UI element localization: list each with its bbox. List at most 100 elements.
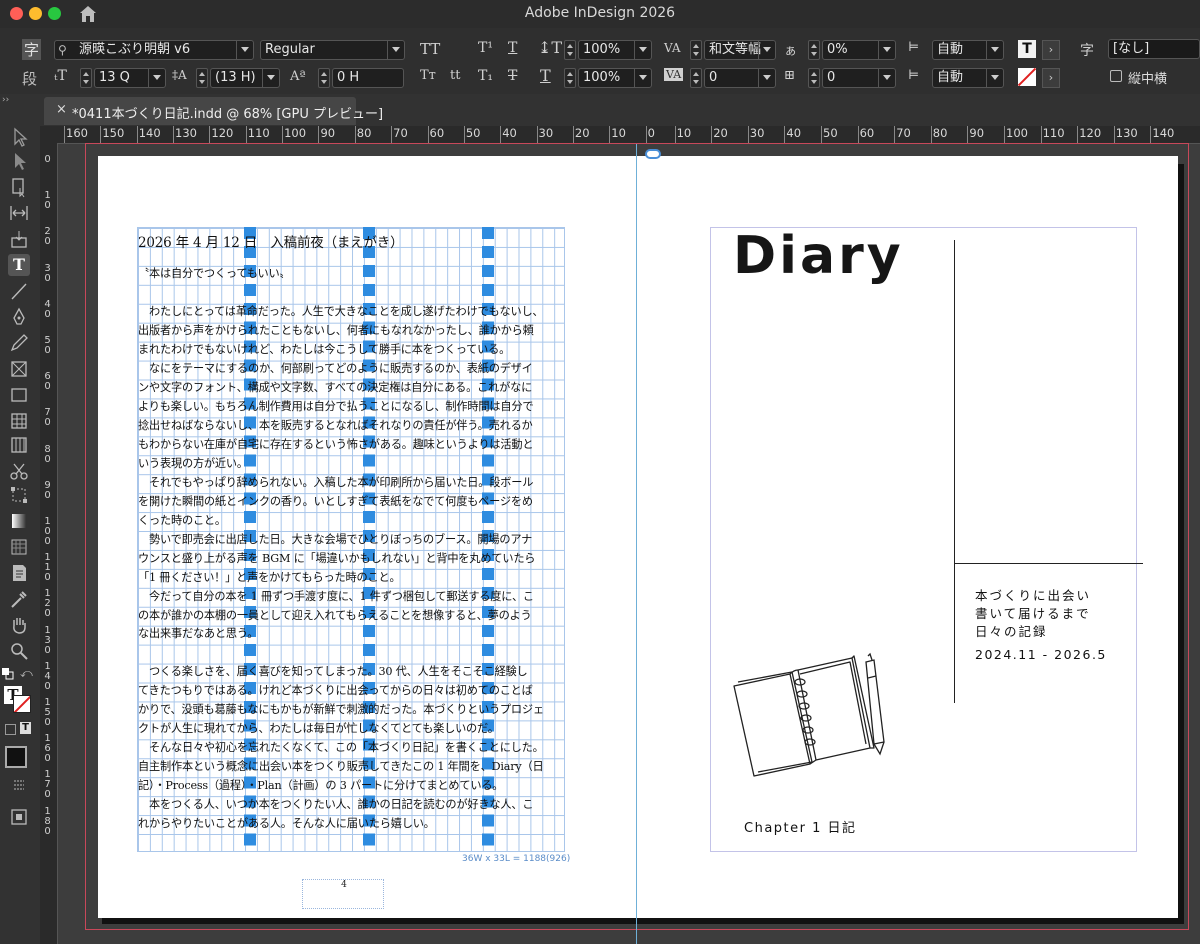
tracking-stepper[interactable] [690, 68, 702, 88]
text-stroke-color-swatch[interactable] [1018, 68, 1036, 86]
font-size-stepper[interactable] [80, 68, 92, 88]
zoom-tool-icon[interactable] [8, 640, 30, 662]
direct-selection-tool-icon[interactable] [8, 150, 30, 172]
kerning-stepper[interactable] [690, 40, 702, 60]
tatechuyoko-checkbox[interactable] [1110, 70, 1122, 82]
table-tool-icon[interactable] [8, 410, 30, 432]
baseline-field[interactable]: 0 [822, 68, 896, 88]
type-tool-icon[interactable]: T [8, 254, 30, 276]
eyedropper-tool-icon[interactable] [8, 588, 30, 610]
swap-colors-icon[interactable]: ⤺ [20, 666, 33, 681]
tracking-field[interactable]: 0 [704, 68, 776, 88]
selection-tool-icon[interactable] [8, 126, 30, 148]
cover-subtitle-line-2[interactable]: 書いて届けるまで [975, 603, 1091, 622]
ruler-number: 1 4 0 [44, 660, 51, 692]
superscript-icon[interactable]: T¹ [478, 40, 493, 56]
font-style-select[interactable]: Regular [260, 40, 405, 60]
gap-tool-icon[interactable] [8, 202, 30, 224]
cover-subtitle-line-3[interactable]: 日々の記録 [975, 621, 1048, 640]
free-transform-tool-icon[interactable] [8, 484, 30, 506]
small-caps-icon[interactable]: Tт [420, 68, 436, 83]
gradient-tool-icon[interactable] [8, 510, 30, 532]
cover-period[interactable]: 2024.11 - 2026.5 [975, 647, 1107, 662]
aki-before-select[interactable]: 自動 [932, 40, 1004, 60]
preview-mode-icon[interactable] [8, 806, 30, 828]
text-line: の本が誰かの本棚の一員として迎え入れてもらえることを想像すると、夢のよう [138, 608, 532, 622]
tsume-stepper[interactable] [808, 40, 820, 60]
all-caps-icon[interactable]: TT [420, 40, 440, 58]
ruler-number: 4 0 [44, 298, 51, 320]
ruler-number: 8 0 [44, 443, 51, 465]
vertical-ruler[interactable]: 0 1 0 2 0 3 0 4 0 5 0 6 0 7 0 8 0 9 0 1 0 0 1 1 0 1 … [40, 143, 58, 944]
character-style-select[interactable]: [なし] [1108, 39, 1200, 59]
pen-tool-icon[interactable] [8, 306, 30, 328]
gradient-feather-tool-icon[interactable] [8, 536, 30, 558]
ruler-number: 130 [175, 126, 197, 140]
tsume-icon: ぁ [784, 44, 798, 59]
chapter-label[interactable]: Chapter 1 日記 [744, 817, 857, 836]
horizontal-scale-field[interactable]: 100% [578, 68, 652, 88]
ruler-origin[interactable] [40, 126, 58, 143]
vertical-rule[interactable] [954, 240, 955, 703]
ruler-number: 2 0 [44, 226, 51, 248]
rectangle-tool-icon[interactable] [8, 384, 30, 406]
kerning-select[interactable]: 和文等幅 [704, 40, 776, 60]
notebook-illustration[interactable] [728, 652, 888, 777]
font-family-select[interactable]: ⚲ 源暎こぶり明朝 v6 [54, 40, 254, 60]
ruler-number: 130 [1115, 126, 1138, 140]
pencil-tool-icon[interactable] [8, 332, 30, 354]
stroke-swatch-menu-button[interactable]: › [1042, 68, 1060, 88]
subscript-icon[interactable]: T₁ [478, 68, 493, 84]
leading-stepper[interactable] [196, 68, 208, 88]
fill-swatch-menu-button[interactable]: › [1042, 40, 1060, 60]
cover-subtitle-line-1[interactable]: 本づくりに出会い [975, 585, 1091, 604]
rectangle-frame-tool-icon[interactable] [8, 358, 30, 380]
note-tool-icon[interactable] [8, 562, 30, 584]
horizontal-ruler[interactable]: 160 150 140 130 120 110 100 90 80 70 60 50 40 30 20 10 0… [58, 126, 1200, 144]
fill-stroke-proxy[interactable]: T [4, 686, 31, 713]
cover-title[interactable]: Diary [733, 226, 904, 286]
formatting-text-icon[interactable]: T [20, 722, 31, 734]
line-tool-icon[interactable] [8, 280, 30, 302]
kerning-shift-field[interactable]: 0 H [332, 68, 404, 88]
baseline-stepper[interactable] [808, 68, 820, 88]
text-fill-color-swatch[interactable]: T [1018, 40, 1036, 58]
leading-field[interactable]: (13 H) [210, 68, 280, 88]
aki-after-select[interactable]: 自動 [932, 68, 1004, 88]
horizontal-scale-stepper[interactable] [564, 68, 576, 88]
collapse-panels-icon[interactable]: ›› [2, 95, 9, 105]
title-bar: Adobe InDesign 2026 [0, 0, 1200, 29]
kerning-shift-stepper[interactable] [318, 68, 330, 88]
link-icon[interactable] [645, 149, 661, 159]
page-tool-icon[interactable] [8, 176, 30, 198]
underline-icon[interactable]: T [508, 40, 517, 56]
text-line: れからやりたいことがある人。そんな人に届いたら嬉しい。 [138, 816, 435, 830]
view-options-icon[interactable] [8, 776, 30, 798]
ruler-number: 60 [859, 126, 875, 140]
aki-before-value: 自動 [937, 42, 964, 57]
document-tab[interactable]: × *0411本づくり日記.indd @ 68% [GPU プレビュー] [44, 97, 383, 125]
strikethrough-icon[interactable]: T [508, 68, 517, 84]
content-collector-tool-icon[interactable] [8, 228, 30, 250]
hand-tool-icon[interactable] [8, 614, 30, 636]
tab-close-button[interactable]: × [56, 102, 67, 117]
vertical-scale-stepper[interactable] [564, 40, 576, 60]
screen-mode-button[interactable] [5, 746, 27, 768]
scissors-tool-icon[interactable] [8, 460, 30, 482]
formatting-container-icon[interactable] [5, 724, 16, 735]
default-colors-icon[interactable] [1, 667, 15, 681]
character-mode-button[interactable]: 字 [22, 39, 42, 60]
ruler-number: 30 [749, 126, 765, 140]
frame-grid-text-frame[interactable]: 2026 年 4 月 12 日 入稿前夜（まえがき） 〝本は自分でつくってもいい〟… [137, 227, 565, 852]
vertical-scale-field[interactable]: 100% [578, 40, 652, 60]
font-size-icon: ₜT [54, 68, 67, 84]
folio-frame[interactable]: 4 [302, 879, 384, 909]
ligature-icon[interactable]: tt [450, 68, 460, 83]
tsume-field[interactable]: 0% [822, 40, 896, 60]
font-size-field[interactable]: 13 Q [94, 68, 166, 88]
horizontal-rule[interactable] [955, 563, 1143, 564]
paragraph-mode-button[interactable]: 段 [22, 68, 37, 89]
document-tab-label: *0411本づくり日記.indd @ 68% [GPU プレビュー] [72, 107, 384, 122]
ruler-number: 1 7 0 [44, 769, 51, 801]
frame-grid-tool-icon[interactable] [8, 434, 30, 456]
